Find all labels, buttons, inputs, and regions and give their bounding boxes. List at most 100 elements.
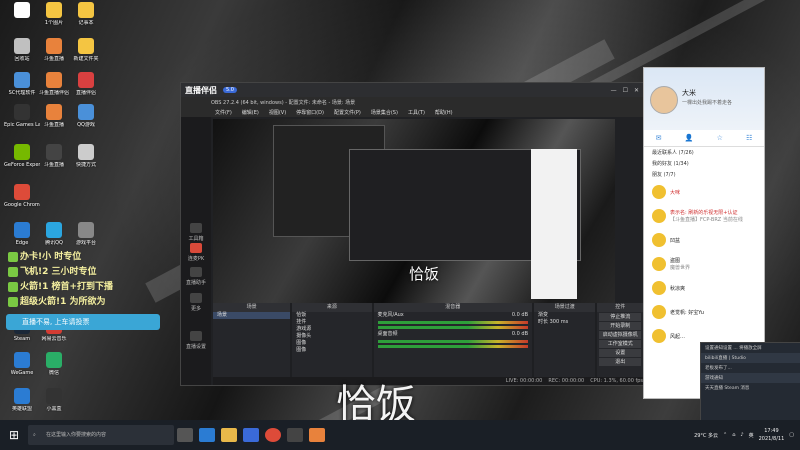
obs-icon[interactable] — [287, 428, 303, 442]
obs-window[interactable]: 直播伴侣 5.0 — ☐ ✕ OBS 27.2.4 (64 bit, windo… — [180, 82, 649, 386]
desktop-icon[interactable]: 斗鱼直播 — [36, 104, 72, 128]
desktop-icon[interactable]: 微信 — [36, 352, 72, 376]
desktop-icon[interactable]: 斗鱼直播 — [36, 144, 72, 168]
scene-item[interactable]: 场景 — [213, 312, 291, 319]
menu-view[interactable]: 视图(V) — [269, 109, 286, 116]
notif-row[interactable]: 游戏通知 — [701, 373, 800, 383]
clock[interactable]: 17:49 2021/8/11 — [759, 427, 785, 443]
transition-select[interactable]: 渐变 — [534, 312, 595, 319]
stop-stream-button[interactable]: 停止推流 — [599, 313, 641, 321]
maximize-icon[interactable]: ☐ — [623, 87, 628, 94]
transition-duration[interactable]: 时长 300 ms — [534, 319, 595, 326]
desktop-icon[interactable]: 小黑盒 — [36, 388, 72, 412]
volume-icon[interactable]: ♪ — [740, 432, 743, 438]
sidebar-toolbox[interactable]: 工具箱 — [183, 223, 209, 242]
qq-signature[interactable]: 一棵出处我踢不着走各 — [682, 99, 732, 106]
menu-file[interactable]: 文件(F) — [215, 109, 232, 116]
space-icon[interactable]: ☆ — [717, 134, 723, 142]
douyu-icon[interactable] — [309, 428, 325, 442]
group-pals[interactable]: 朋友 (7/7) — [644, 169, 764, 180]
contact-item[interactable]: 盗图 魔兽世界 — [644, 252, 764, 276]
menu-profile[interactable]: 配置文件(P) — [334, 109, 361, 116]
desktop-icon[interactable]: 回收站 — [4, 38, 40, 62]
tray-expand-icon[interactable]: ⌃ — [723, 432, 727, 438]
weather-widget[interactable]: 29°C 多云 — [694, 432, 718, 439]
sidebar-settings[interactable]: 直播设置 — [183, 331, 209, 350]
start-icon[interactable]: ⊞ — [0, 428, 28, 442]
sidebar-assistant[interactable]: 直播助手 — [183, 267, 209, 286]
task-view-icon[interactable] — [177, 428, 193, 442]
desktop-volume-meter[interactable] — [377, 345, 529, 348]
search-input[interactable]: ⌕ 在这里输入你要搜索的内容 — [28, 425, 174, 445]
source-item[interactable]: 恰饭 — [292, 312, 371, 319]
network-icon[interactable]: ⌂ — [732, 432, 735, 438]
source-item[interactable]: 图像 — [292, 340, 371, 347]
notifications-icon[interactable]: ▢ — [789, 432, 794, 438]
desktop-icon[interactable]: QQ游戏 — [68, 104, 104, 128]
chrome-icon[interactable] — [265, 428, 281, 442]
desktop-icon[interactable]: WeGame — [4, 352, 40, 376]
menu-tools[interactable]: 工具(T) — [408, 109, 425, 116]
contact-item[interactable]: 老觉帆: 好宝Yu — [644, 300, 764, 324]
app-icon — [78, 2, 94, 18]
virtual-camera-button[interactable]: 启动虚拟摄像机 — [599, 331, 641, 339]
desktop-volume-meter[interactable] — [377, 340, 529, 343]
contact-item[interactable]: 秋凉爽 — [644, 276, 764, 300]
contact-item[interactable]: 大咪 — [644, 180, 764, 204]
more-icon — [190, 293, 202, 303]
contact-item[interactable]: 表示名: 刷新的乐视无限+认证 【斗鱼直播】FCP-BRZ 当前在线 — [644, 204, 764, 228]
desktop-icon[interactable]: 英雄联盟 — [4, 388, 40, 412]
source-item[interactable]: 摄像头 — [292, 333, 371, 340]
group-icon[interactable]: ☷ — [746, 134, 752, 142]
desktop-icon[interactable]: 斗鱼直播伴侣 — [36, 72, 72, 96]
desktop-icon[interactable]: 直播伴侣 — [68, 72, 104, 96]
notif-row[interactable]: bilibili直播 | Studio — [701, 353, 800, 363]
sidebar-more[interactable]: 更多 — [183, 293, 209, 312]
desktop-icon[interactable] — [4, 2, 40, 20]
edge-icon[interactable] — [199, 428, 215, 442]
desktop-icon[interactable]: Edge — [4, 222, 40, 246]
desktop-icon[interactable]: 记事本 — [68, 2, 104, 26]
app-icon — [46, 38, 62, 54]
desktop-icon[interactable]: 腾讯QQ — [36, 222, 72, 246]
group-friends[interactable]: 我的好友 (1/34) — [644, 158, 764, 169]
menu-edit[interactable]: 编辑(E) — [242, 109, 259, 116]
source-item[interactable]: 游戏源 — [292, 326, 371, 333]
desktop-icon[interactable]: Epic Games Launcher — [4, 104, 40, 128]
desktop-icon[interactable]: Google Chrome — [4, 184, 40, 208]
obs-titlebar[interactable]: 直播伴侣 5.0 — ☐ ✕ — [181, 83, 643, 97]
explorer-icon[interactable] — [221, 428, 237, 442]
desktop-icon[interactable]: GeForce Experience — [4, 144, 40, 168]
controls-header: 控件 — [597, 303, 643, 312]
settings-button[interactable]: 设置 — [599, 349, 641, 357]
desktop-icon[interactable]: SC代理软件 — [4, 72, 40, 96]
message-icon[interactable]: ✉ — [656, 134, 662, 142]
mic-volume-meter[interactable] — [377, 321, 529, 324]
contacts-icon[interactable]: 👤 — [685, 134, 694, 142]
notification-popup[interactable]: 设置通知设置 ... 将播放全屏 bilibili直播 | Studio 老板发… — [700, 342, 800, 422]
mic-volume-meter[interactable] — [377, 326, 529, 329]
avatar[interactable] — [650, 86, 678, 114]
ime-indicator[interactable]: 英 — [749, 432, 754, 439]
desktop-icon[interactable]: 新建文件夹 — [68, 38, 104, 62]
sidebar-pk[interactable]: 连麦PK — [183, 243, 209, 262]
menu-help[interactable]: 帮助(H) — [435, 109, 453, 116]
desktop-icon[interactable]: 1个图片 — [36, 2, 72, 26]
group-recent[interactable]: 最近联系人 (7/26) — [644, 147, 764, 158]
desktop-icon[interactable]: 游戏平台 — [68, 222, 104, 246]
menu-docks[interactable]: 停靠窗口(D) — [296, 109, 324, 116]
desktop-icon[interactable]: 斗鱼直播 — [36, 38, 72, 62]
store-icon[interactable] — [243, 428, 259, 442]
minimize-icon[interactable]: — — [611, 87, 617, 94]
studio-mode-button[interactable]: 工作室模式 — [599, 340, 641, 348]
source-item[interactable]: 图像 — [292, 347, 371, 354]
source-item[interactable]: 挂件 — [292, 319, 371, 326]
mixer-channel-name: 麦克风/Aux 0.0 dB — [377, 312, 529, 318]
menu-scene-collection[interactable]: 场景集合(S) — [371, 109, 398, 116]
start-recording-button[interactable]: 开始录制 — [599, 322, 641, 330]
exit-button[interactable]: 退出 — [599, 358, 641, 366]
desktop-icon-label: 直播伴侣 — [75, 90, 96, 96]
desktop-icon[interactable]: 快捷方式 — [68, 144, 104, 168]
contact-item[interactable]: 凹盆 — [644, 228, 764, 252]
close-icon[interactable]: ✕ — [634, 87, 639, 94]
